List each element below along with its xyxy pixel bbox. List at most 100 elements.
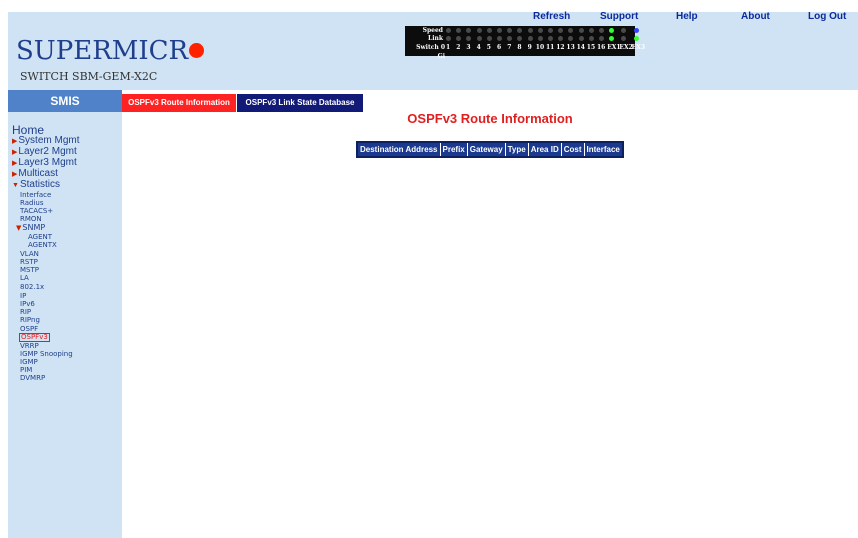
caret-right-icon: ▶ bbox=[12, 138, 18, 145]
table-header-row: Destination Address Prefix Gateway Type … bbox=[356, 141, 624, 158]
sidebar-item-igmp-snooping[interactable]: IGMP Snooping bbox=[20, 350, 73, 358]
support-link[interactable]: Support bbox=[600, 11, 638, 22]
port-number-12: 12 bbox=[556, 44, 565, 51]
sidebar-item-la[interactable]: LA bbox=[20, 274, 29, 282]
caret-down-icon: ▼ bbox=[12, 182, 19, 189]
sidebar-item-tacacs[interactable]: TACACS+ bbox=[20, 207, 53, 215]
logo-text: SUPERMICR bbox=[16, 36, 189, 66]
link-led-12 bbox=[558, 36, 564, 41]
sidebar: Home ▶System Mgmt ▶Layer2 Mgmt ▶Layer3 M… bbox=[8, 112, 122, 538]
speed-led-9 bbox=[527, 28, 533, 33]
link-led-EX3 bbox=[633, 36, 639, 41]
tab-ospfv3-link-state-database[interactable]: OSPFv3 Link State Database bbox=[237, 94, 363, 112]
link-led-5 bbox=[486, 36, 492, 41]
port-status-panel: Speed Link Switch 0 Gi 1 2 3 4 5 6 7 8 9 10 11 12 13… bbox=[405, 26, 645, 60]
port-number-11: 11 bbox=[546, 44, 555, 51]
port-number-3: 3 bbox=[466, 44, 471, 51]
link-label: Link bbox=[427, 35, 443, 42]
port-number-5: 5 bbox=[486, 44, 491, 51]
sidebar-item-system-mgmt[interactable]: ▶System Mgmt bbox=[12, 135, 80, 146]
speed-led-15 bbox=[588, 28, 594, 33]
port-number-7: 7 bbox=[507, 44, 512, 51]
port-number-1: 1 bbox=[446, 44, 451, 51]
sidebar-item-label: Statistics bbox=[19, 179, 60, 190]
link-row: Link bbox=[405, 34, 639, 43]
speed-led-11 bbox=[548, 28, 553, 33]
link-led-16 bbox=[599, 36, 604, 41]
top-band bbox=[0, 0, 858, 12]
sidebar-item-layer2-mgmt[interactable]: ▶Layer2 Mgmt bbox=[12, 146, 77, 157]
sidebar-item-vrrp[interactable]: VRRP bbox=[20, 342, 39, 350]
logout-link[interactable]: Log Out bbox=[808, 11, 846, 22]
switch-label: Switch 0 Gi bbox=[416, 44, 445, 60]
sidebar-item-ip[interactable]: IP bbox=[20, 292, 26, 300]
sidebar-item-ospf[interactable]: OSPF bbox=[20, 325, 38, 333]
sidebar-item-statistics[interactable]: ▼Statistics bbox=[12, 179, 60, 190]
port-number-16: 16 bbox=[597, 44, 606, 51]
speed-led-7 bbox=[507, 28, 513, 33]
sidebar-item-agentx[interactable]: AGENTX bbox=[28, 241, 57, 249]
col-interface: Interface bbox=[583, 141, 624, 158]
sidebar-item-layer3-mgmt[interactable]: ▶Layer3 Mgmt bbox=[12, 157, 77, 168]
link-led-3 bbox=[466, 36, 472, 41]
link-led-10 bbox=[537, 36, 543, 41]
sidebar-item-8021x[interactable]: 802.1x bbox=[20, 283, 44, 291]
port-number-13: 13 bbox=[566, 44, 575, 51]
sidebar-item-agent[interactable]: AGENT bbox=[28, 233, 52, 241]
sidebar-item-rstp[interactable]: RSTP bbox=[20, 258, 38, 266]
route-table: Destination Address Prefix Gateway Type … bbox=[356, 141, 624, 158]
sidebar-item-radius[interactable]: Radius bbox=[20, 199, 43, 207]
caret-right-icon: ▶ bbox=[12, 171, 18, 178]
sidebar-item-igmp[interactable]: IGMP bbox=[20, 358, 38, 366]
sidebar-item-ipv6[interactable]: IPv6 bbox=[20, 300, 35, 308]
col-destination-address: Destination Address bbox=[356, 141, 441, 158]
sidebar-item-dvmrp[interactable]: DVMRP bbox=[20, 374, 45, 382]
speed-led-2 bbox=[456, 28, 462, 33]
switch-row: Switch 0 Gi 1 2 3 4 5 6 7 8 9 10 11 12 13 14 15 16 EX1 EX… bbox=[405, 43, 645, 60]
sidebar-item-multicast[interactable]: ▶Multicast bbox=[12, 168, 58, 179]
sidebar-item-mstp[interactable]: MSTP bbox=[20, 266, 39, 274]
col-area-id: Area ID bbox=[527, 141, 562, 158]
speed-led-13 bbox=[568, 28, 574, 33]
col-prefix: Prefix bbox=[439, 141, 468, 158]
refresh-link[interactable]: Refresh bbox=[533, 11, 570, 22]
sidebar-item-rmon[interactable]: RMON bbox=[20, 215, 42, 223]
sidebar-item-vlan[interactable]: VLAN bbox=[20, 250, 39, 258]
sidebar-item-label: Layer3 Mgmt bbox=[18, 157, 77, 168]
sidebar-item-label: System Mgmt bbox=[18, 135, 80, 146]
sidebar-item-ospfv3[interactable]: OSPFv3 bbox=[19, 333, 50, 342]
speed-led-12 bbox=[558, 28, 564, 33]
about-link[interactable]: About bbox=[741, 11, 770, 22]
speed-led-5 bbox=[486, 28, 492, 33]
link-led-1 bbox=[446, 36, 451, 41]
speed-led-16 bbox=[599, 28, 604, 33]
port-number-4: 4 bbox=[476, 44, 481, 51]
speed-led-1 bbox=[446, 28, 451, 33]
link-led-13 bbox=[568, 36, 574, 41]
speed-led-EX2 bbox=[621, 28, 627, 33]
sidebar-item-label: Layer2 Mgmt bbox=[18, 146, 77, 157]
port-number-14: 14 bbox=[576, 44, 585, 51]
speed-led-6 bbox=[497, 28, 502, 33]
port-number-6: 6 bbox=[497, 44, 502, 51]
sidebar-item-rip[interactable]: RIP bbox=[20, 308, 31, 316]
link-led-15 bbox=[588, 36, 594, 41]
port-number-15: 15 bbox=[586, 44, 596, 51]
sidebar-item-label: Multicast bbox=[18, 168, 58, 179]
sidebar-item-pim[interactable]: PIM bbox=[20, 366, 32, 374]
link-led-EX1 bbox=[609, 36, 615, 41]
tab-ospfv3-route-information[interactable]: OSPFv3 Route Information bbox=[122, 94, 236, 112]
link-led-2 bbox=[456, 36, 462, 41]
speed-led-3 bbox=[466, 28, 472, 33]
caret-right-icon: ▶ bbox=[12, 160, 18, 167]
speed-led-14 bbox=[578, 28, 584, 33]
smis-label: SMIS bbox=[8, 90, 122, 112]
sidebar-item-interface[interactable]: Interface bbox=[20, 191, 51, 199]
sidebar-item-ripng[interactable]: RIPng bbox=[20, 316, 40, 324]
help-link[interactable]: Help bbox=[676, 11, 698, 22]
port-number-8: 8 bbox=[517, 44, 522, 51]
link-led-9 bbox=[527, 36, 533, 41]
sidebar-item-snmp[interactable]: ▼SNMP bbox=[16, 223, 45, 232]
link-led-14 bbox=[578, 36, 584, 41]
col-cost: Cost bbox=[560, 141, 585, 158]
